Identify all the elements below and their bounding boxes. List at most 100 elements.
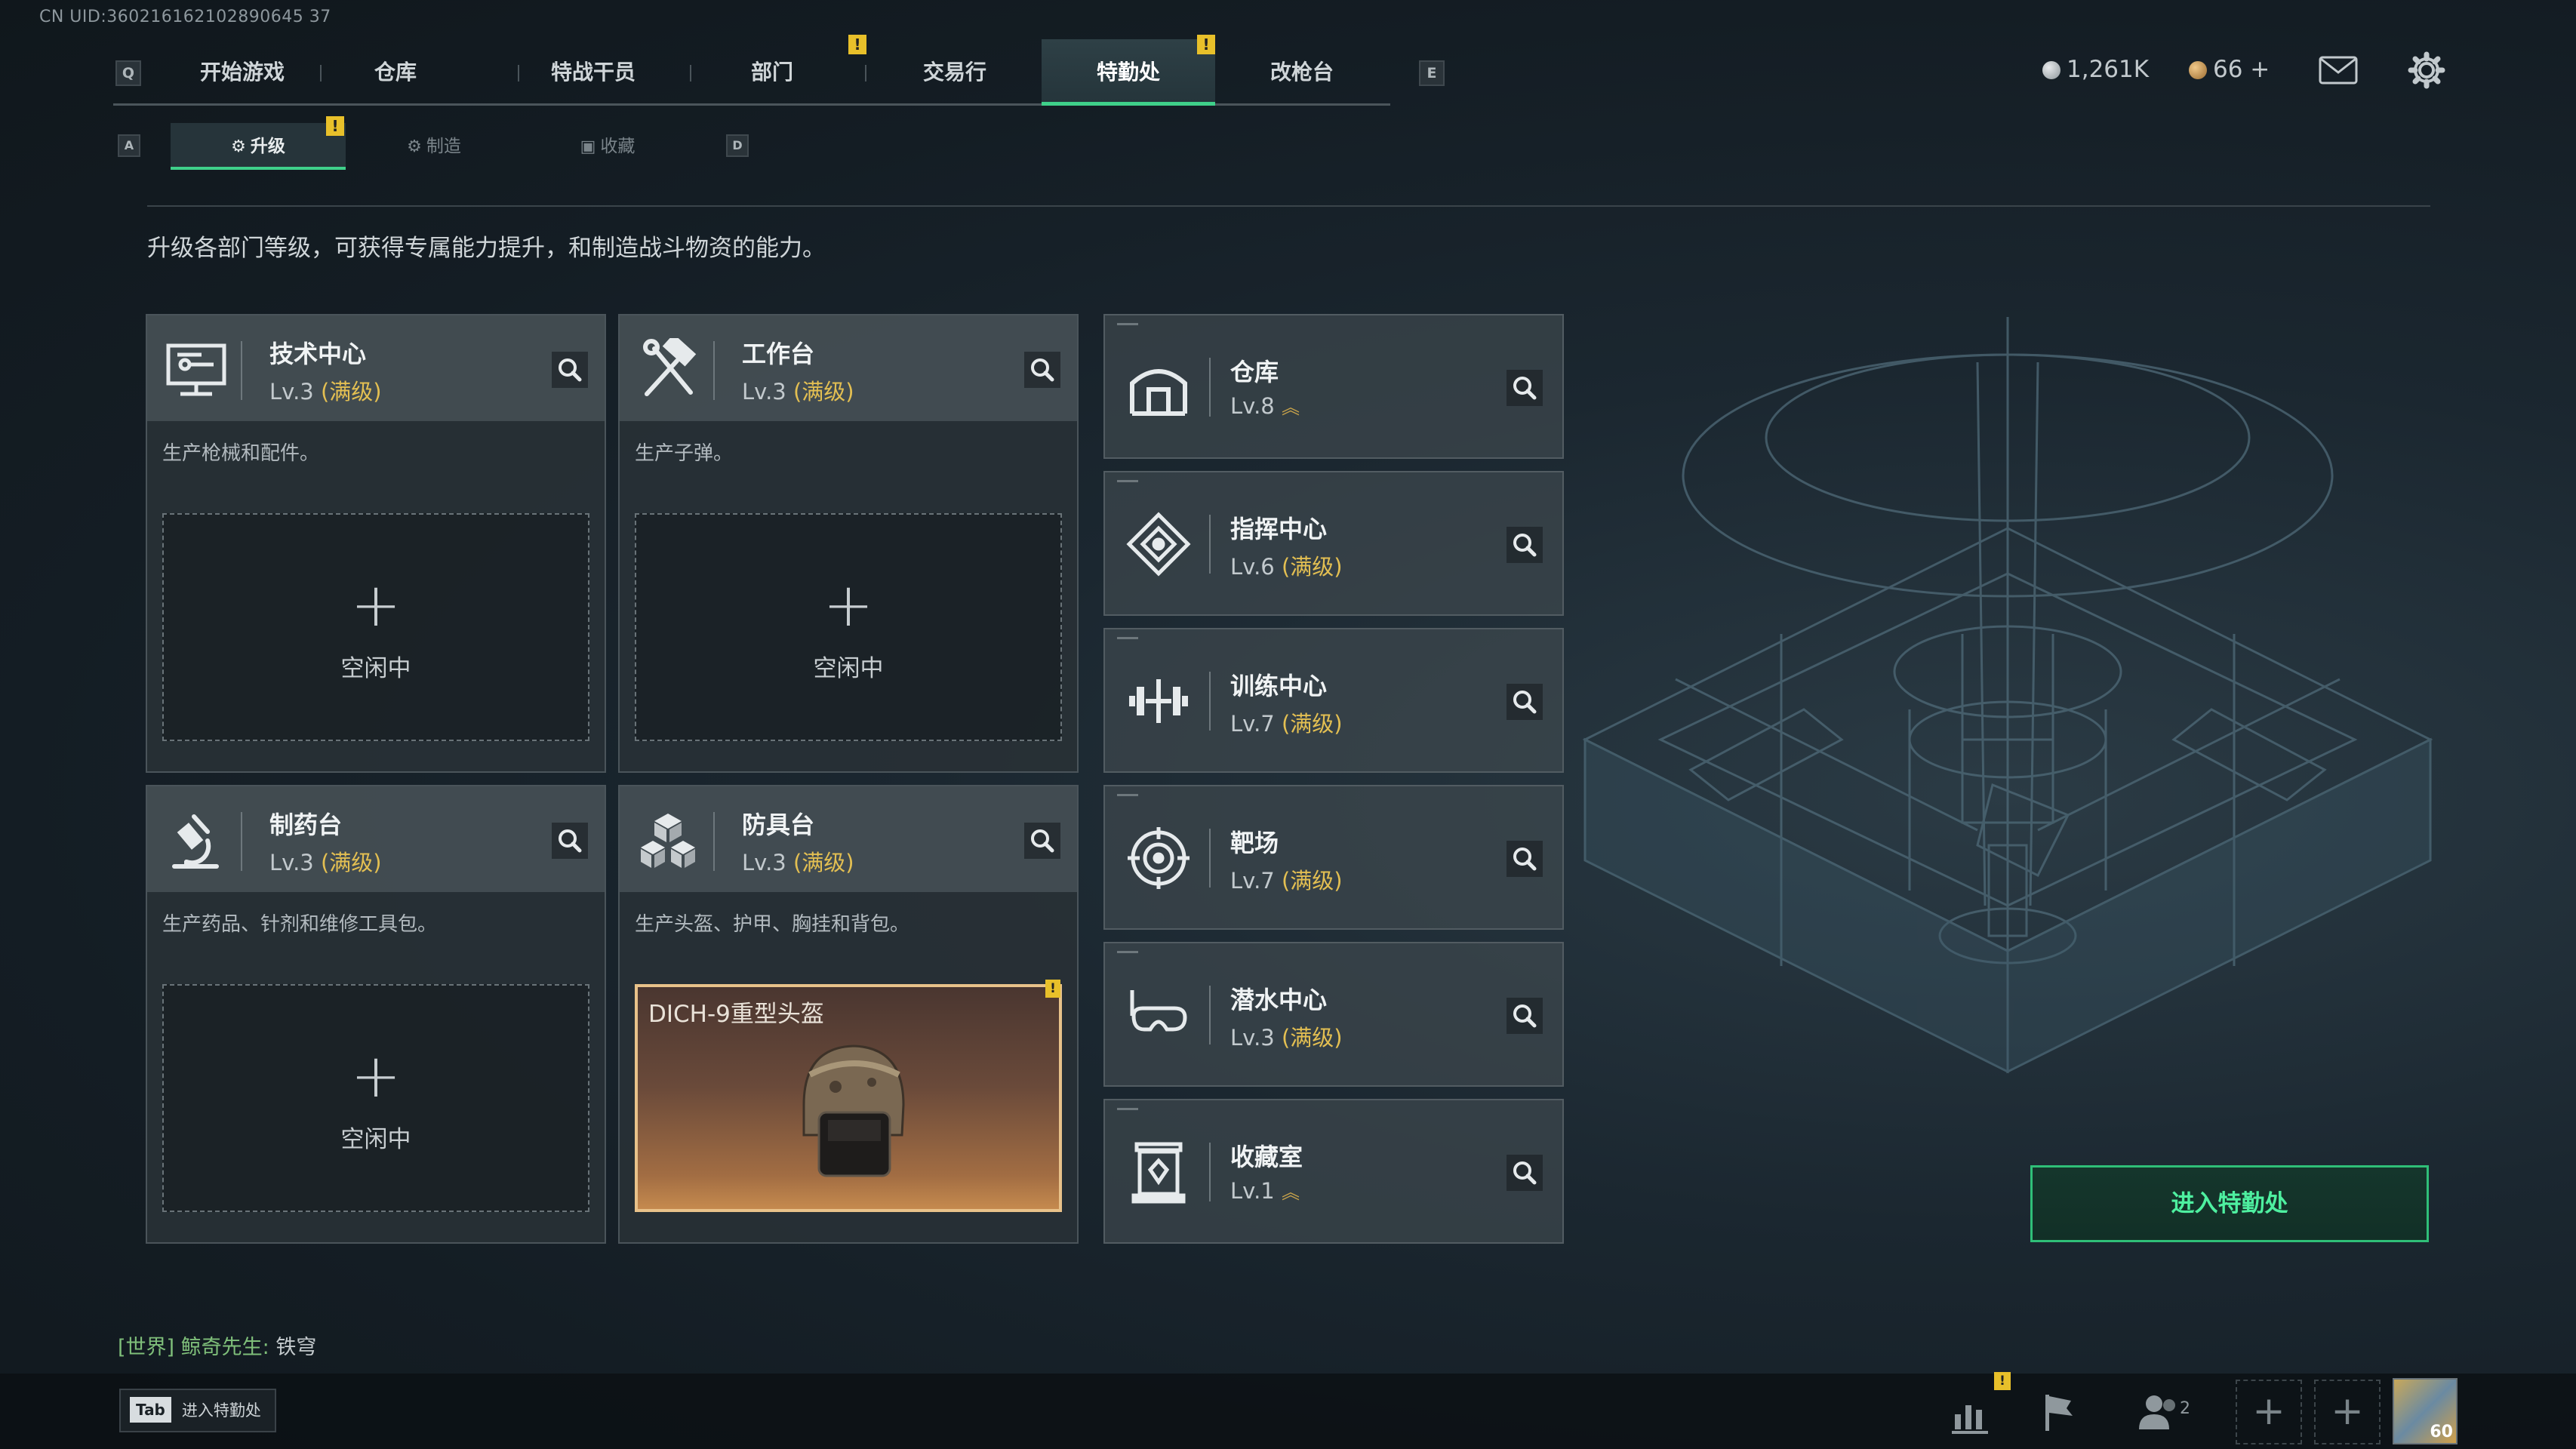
header-divider (147, 205, 2430, 207)
friends-count: 2 (2180, 1399, 2190, 1418)
crosshair-target-icon (1128, 827, 1190, 889)
workbench-hammer-wrench-icon (643, 338, 697, 396)
dept-name: 技术中心 (269, 340, 367, 368)
flag-icon[interactable] (2027, 1381, 2088, 1441)
world-chat-message[interactable]: [世界] 鲸奇先生: 铁穹 (118, 1331, 316, 1360)
key-hint-e: E (1419, 60, 1445, 86)
heavy-helmet-image (802, 1044, 905, 1177)
tab-warehouse[interactable]: 仓库 (323, 39, 468, 106)
gold-coin-icon (2189, 61, 2207, 79)
armor-bench-cubes-icon (641, 814, 695, 868)
facility-card-command-center[interactable]: 指挥中心 Lv.6 (满级) (1103, 471, 1564, 616)
upgrade-icon: ⚙ (231, 137, 246, 156)
add-icon: + (823, 570, 874, 640)
tab-start-game[interactable]: 开始游戏 (168, 39, 317, 106)
dept-description: 生产子弹。 (635, 442, 734, 465)
search-icon[interactable] (552, 352, 588, 388)
facility-level: Lv.1 ︽ (1230, 1178, 1300, 1204)
search-icon[interactable] (1024, 823, 1060, 859)
facility-card-warehouse[interactable]: 仓库 Lv.8 ︽ (1103, 314, 1564, 459)
slot-status: 空闲中 (340, 655, 411, 682)
production-slot-empty[interactable]: + 空闲中 (635, 513, 1062, 741)
slot-status: 空闲中 (340, 1126, 411, 1153)
alert-badge-upgrade: ! (326, 116, 344, 136)
search-icon[interactable] (1507, 841, 1543, 877)
dept-level: Lv.3 (满级) (269, 850, 382, 875)
facility-level: Lv.3 (满级) (1230, 1025, 1343, 1051)
search-icon[interactable] (1024, 352, 1060, 388)
subtab-craft[interactable]: ⚙ 制造 (355, 123, 513, 170)
page-description: 升级各部门等级，可获得专属能力提升，和制造战斗物资的能力。 (147, 235, 826, 262)
dept-card-pharmacy[interactable]: 制药台 Lv.3 (满级) 生产药品、针剂和维修工具包。 + 空闲中 (146, 785, 606, 1244)
currency-secondary[interactable]: 66 + (2189, 56, 2270, 83)
stats-chart-icon[interactable] (1941, 1381, 2002, 1441)
collection-icon: ▣ (580, 137, 596, 156)
dept-description: 生产药品、针剂和维修工具包。 (162, 913, 438, 936)
dept-card-armor-bench[interactable]: 防具台 Lv.3 (满级) 生产头盔、护甲、胸挂和背包。 DICH-9重型头盔 … (618, 785, 1079, 1244)
pharmacy-microscope-icon (172, 814, 219, 869)
item-name: DICH-9重型头盔 (648, 1001, 824, 1028)
tab-departments[interactable]: 部门 (693, 39, 851, 106)
tab-special-ops[interactable]: 特勤处 (1042, 39, 1215, 106)
dept-level: Lv.3 (满级) (742, 850, 854, 875)
search-icon[interactable] (1507, 998, 1543, 1034)
tab-key-hint[interactable]: Tab 进入特勤处 (119, 1389, 276, 1432)
diving-mask-icon (1130, 990, 1187, 1032)
dept-description: 生产头盔、护甲、胸挂和背包。 (635, 913, 910, 936)
silver-coin-icon (2042, 61, 2060, 79)
upgradable-chevron-icon: ︽ (1281, 1182, 1300, 1203)
facility-name: 收藏室 (1230, 1143, 1303, 1171)
collection-case-icon (1131, 1142, 1186, 1204)
dept-level: Lv.3 (满级) (269, 379, 382, 405)
tab-gunsmith[interactable]: 改枪台 (1215, 39, 1389, 106)
dumbbell-icon (1129, 679, 1188, 723)
facility-name: 训练中心 (1230, 672, 1328, 700)
dept-level: Lv.3 (满级) (742, 379, 854, 405)
subtab-collection[interactable]: ▣ 收藏 (528, 123, 687, 170)
search-icon[interactable] (1507, 684, 1543, 720)
slot-status: 空闲中 (813, 655, 884, 682)
search-icon[interactable] (1507, 370, 1543, 406)
item-alert-badge: ! (1045, 980, 1060, 998)
currency-primary[interactable]: 1,261K (2042, 56, 2149, 83)
settings-gear-icon[interactable] (2408, 51, 2445, 89)
enter-special-ops-button[interactable]: 进入特勤处 (2030, 1165, 2429, 1242)
facility-name: 潜水中心 (1230, 986, 1328, 1014)
facility-card-training-center[interactable]: 训练中心 Lv.7 (满级) (1103, 628, 1564, 773)
search-icon[interactable] (552, 823, 588, 859)
add-icon: + (350, 570, 402, 640)
search-icon[interactable] (1507, 1155, 1543, 1191)
upgradable-chevron-icon: ︽ (1281, 397, 1300, 418)
add-party-slot-2[interactable]: + (2314, 1380, 2381, 1444)
add-icon: + (350, 1041, 402, 1111)
production-slot-empty[interactable]: + 空闲中 (162, 513, 589, 741)
mail-icon[interactable] (2319, 56, 2358, 85)
command-center-icon (1126, 512, 1191, 577)
dept-name: 工作台 (742, 340, 815, 368)
dept-name: 防具台 (742, 811, 815, 839)
key-hint-a: A (118, 134, 140, 157)
dept-card-tech-center[interactable]: 技术中心 Lv.3 (满级) 生产枪械和配件。 + 空闲中 (146, 314, 606, 773)
facility-card-shooting-range[interactable]: 靶场 Lv.7 (满级) (1103, 785, 1564, 930)
alert-badge-departments: ! (848, 35, 866, 54)
tab-trading[interactable]: 交易行 (868, 39, 1042, 106)
facility-name: 靶场 (1230, 829, 1279, 857)
subtab-upgrade[interactable]: ⚙ 升级 (171, 123, 346, 170)
facility-name: 指挥中心 (1230, 515, 1328, 543)
search-icon[interactable] (1507, 527, 1543, 563)
player-uid: CN UID:360216162102890645 37 (39, 8, 331, 26)
player-avatar[interactable]: 60 (2393, 1378, 2458, 1444)
dept-card-workbench[interactable]: 工作台 Lv.3 (满级) 生产子弹。 + 空闲中 (618, 314, 1079, 773)
friends-icon[interactable]: 2 (2128, 1381, 2211, 1441)
facility-level: Lv.8 ︽ (1230, 393, 1300, 419)
tab-operators[interactable]: 特战干员 (521, 39, 666, 106)
facility-card-collection-room[interactable]: 收藏室 Lv.1 ︽ (1103, 1099, 1564, 1244)
dept-name: 制药台 (269, 811, 343, 839)
facility-card-diving-center[interactable]: 潜水中心 Lv.3 (满级) (1103, 942, 1564, 1087)
production-slot-empty[interactable]: + 空闲中 (162, 984, 589, 1212)
production-item-helmet[interactable]: DICH-9重型头盔 ! (635, 980, 1062, 1212)
add-party-slot-1[interactable]: + (2236, 1380, 2302, 1444)
dept-description: 生产枪械和配件。 (162, 442, 320, 465)
base-hologram-illustration (1582, 317, 2433, 1074)
tech-center-icon (166, 343, 226, 396)
